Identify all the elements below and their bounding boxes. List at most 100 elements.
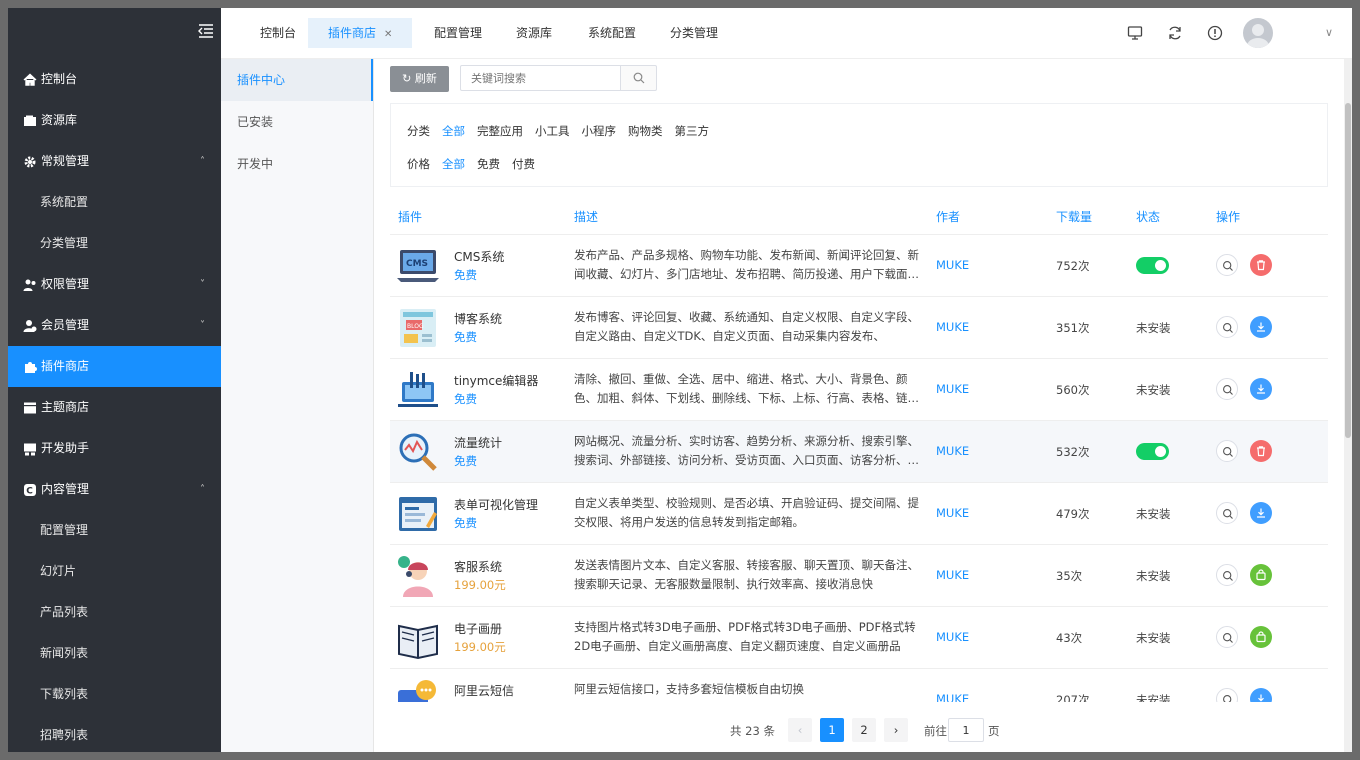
vertical-scrollbar[interactable] <box>1344 59 1352 752</box>
category-option-5[interactable]: 第三方 <box>675 123 710 139</box>
sidebar-item-9[interactable]: 开发助手 <box>8 428 221 469</box>
category-option-3[interactable]: 小程序 <box>582 123 617 139</box>
plugin-author[interactable]: MUKE <box>936 506 969 520</box>
sidebar-item-label: 配置管理 <box>40 523 89 537</box>
view-button[interactable] <box>1216 254 1238 276</box>
next-page-button[interactable]: › <box>884 718 908 742</box>
view-search-icon <box>1223 261 1233 271</box>
tab-5[interactable]: 分类管理 <box>650 18 738 48</box>
monitor-icon[interactable] <box>1127 25 1143 41</box>
subnav-item-0[interactable]: 插件中心 <box>221 59 373 101</box>
sidebar-item-4[interactable]: 分类管理 <box>8 223 221 264</box>
tab-2[interactable]: 配置管理 <box>414 18 502 48</box>
search-input[interactable] <box>460 65 621 91</box>
category-option-0[interactable]: 全部 <box>442 123 465 139</box>
chevron-up-icon[interactable]: ˄ <box>200 469 205 510</box>
subnav-item-1[interactable]: 已安装 <box>221 101 373 143</box>
tab-1[interactable]: 插件商店 ✕ <box>308 18 413 48</box>
sidebar-item-6[interactable]: 会员管理 ˅ <box>8 305 221 346</box>
category-option-4[interactable]: 购物类 <box>628 123 663 139</box>
sidebar-item-5[interactable]: 权限管理 ˅ <box>8 264 221 305</box>
plugin-name[interactable]: 流量统计 <box>454 434 502 451</box>
sidebar-item-2[interactable]: 常规管理 ˄ <box>8 141 221 182</box>
subnav-item-2[interactable]: 开发中 <box>221 143 373 185</box>
category-option-1[interactable]: 完整应用 <box>477 123 523 139</box>
sidebar-item-3[interactable]: 系统配置 <box>8 182 221 223</box>
page-1-button[interactable]: 1 <box>820 718 844 742</box>
view-button[interactable] <box>1216 502 1238 524</box>
close-icon[interactable]: ✕ <box>384 29 392 40</box>
sidebar-item-11[interactable]: 配置管理 <box>8 510 221 551</box>
plugin-author[interactable]: MUKE <box>936 568 969 582</box>
sidebar-item-0[interactable]: 控制台 <box>8 59 221 100</box>
refresh-icon[interactable] <box>1167 25 1183 41</box>
sidebar-item-16[interactable]: 招聘列表 <box>8 715 221 752</box>
shopping-bag-icon <box>1256 569 1266 581</box>
sidebar-item-10[interactable]: C 内容管理 ˄ <box>8 469 221 510</box>
plugin-author[interactable]: MUKE <box>936 258 969 272</box>
price-option-1[interactable]: 免费 <box>477 156 500 172</box>
sidebar-item-1[interactable]: 资源库 <box>8 100 221 141</box>
download-icon <box>1257 384 1265 394</box>
plugin-author[interactable]: MUKE <box>936 692 969 702</box>
view-button[interactable] <box>1216 564 1238 586</box>
price-option-2[interactable]: 付费 <box>512 156 535 172</box>
install-button[interactable] <box>1250 688 1272 702</box>
install-button[interactable] <box>1250 316 1272 338</box>
plugin-author[interactable]: MUKE <box>936 320 969 334</box>
plugin-downloads: 207次 <box>1056 693 1090 702</box>
trash-icon <box>1257 260 1265 271</box>
delete-button[interactable] <box>1250 440 1272 462</box>
tab-0[interactable]: 控制台 <box>240 18 316 48</box>
goto-page-input[interactable] <box>948 718 984 742</box>
plugin-name[interactable]: 表单可视化管理 <box>454 496 538 513</box>
plugin-name[interactable]: CMS系统 <box>454 248 504 265</box>
tab-4[interactable]: 系统配置 <box>568 18 656 48</box>
plugin-author[interactable]: MUKE <box>936 630 969 644</box>
sidebar-item-8[interactable]: 主题商店 <box>8 387 221 428</box>
user-menu-chevron-icon[interactable]: ∨ <box>1325 26 1333 39</box>
plugin-author[interactable]: MUKE <box>936 382 969 396</box>
plugin-author[interactable]: MUKE <box>936 444 969 458</box>
prev-page-button[interactable]: ‹ <box>788 718 812 742</box>
scrollbar-thumb[interactable] <box>1345 103 1351 438</box>
view-button[interactable] <box>1216 316 1238 338</box>
page-2-button[interactable]: 2 <box>852 718 876 742</box>
menu-collapse-icon[interactable] <box>198 24 214 38</box>
sidebar-item-14[interactable]: 新闻列表 <box>8 633 221 674</box>
buy-button[interactable] <box>1250 626 1272 648</box>
install-button[interactable] <box>1250 378 1272 400</box>
view-button[interactable] <box>1216 440 1238 462</box>
search-button[interactable] <box>620 65 657 91</box>
plugin-name[interactable]: 客服系统 <box>454 558 502 575</box>
refresh-button[interactable]: ↻ 刷新 <box>390 66 449 92</box>
tab-3[interactable]: 资源库 <box>496 18 572 48</box>
plugin-name[interactable]: tinymce编辑器 <box>454 372 538 389</box>
sidebar-item-13[interactable]: 产品列表 <box>8 592 221 633</box>
install-button[interactable] <box>1250 502 1272 524</box>
gear-icon <box>24 156 36 167</box>
chevron-down-icon[interactable]: ˅ <box>200 264 205 305</box>
info-icon[interactable] <box>1207 25 1223 41</box>
delete-button[interactable] <box>1250 254 1272 276</box>
sidebar-item-7[interactable]: 插件商店 <box>8 346 221 387</box>
buy-button[interactable] <box>1250 564 1272 586</box>
user-avatar[interactable] <box>1243 18 1273 48</box>
view-button[interactable] <box>1216 378 1238 400</box>
plugin-name[interactable]: 博客系统 <box>454 310 502 327</box>
chevron-down-icon[interactable]: ˅ <box>200 305 205 346</box>
category-option-2[interactable]: 小工具 <box>535 123 570 139</box>
sidebar-item-12[interactable]: 幻灯片 <box>8 551 221 592</box>
sidebar-item-15[interactable]: 下载列表 <box>8 674 221 715</box>
price-option-0[interactable]: 全部 <box>442 156 465 172</box>
status-toggle[interactable] <box>1136 257 1169 274</box>
chevron-up-icon[interactable]: ˄ <box>200 141 205 182</box>
view-button[interactable] <box>1216 688 1238 702</box>
plugin-name[interactable]: 阿里云短信 <box>454 682 514 699</box>
plugin-name[interactable]: 电子画册 <box>454 620 502 637</box>
view-search-icon <box>1223 509 1233 519</box>
plugin-description: 自定义表单类型、校验规则、是否必填、开启验证码、提交间隔、提交权限、将用户发送的… <box>574 496 919 529</box>
status-toggle[interactable] <box>1136 443 1169 460</box>
plugin-table-body: CMS CMS系统 免费 发布产品、产品多规格、购物车功能、发布新闻、新闻评论回复、新… <box>374 235 1344 702</box>
view-button[interactable] <box>1216 626 1238 648</box>
